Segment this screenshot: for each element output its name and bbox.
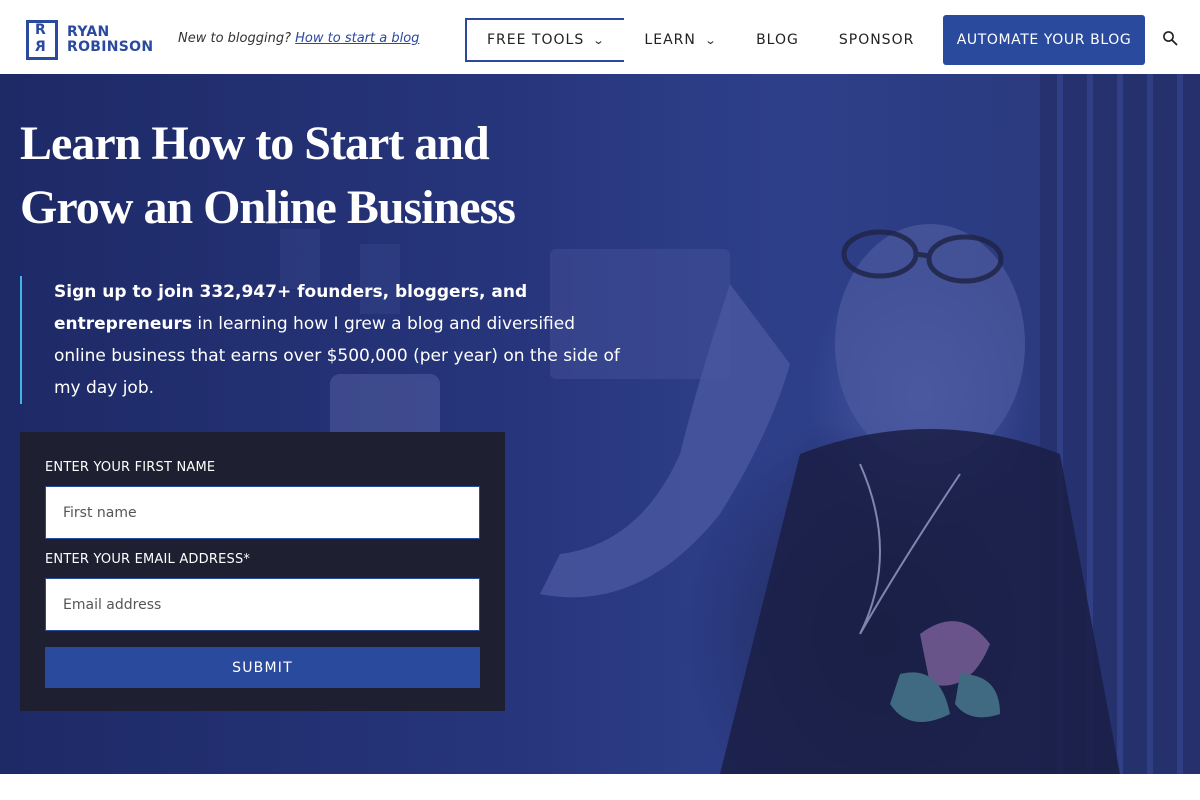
hero-section: Learn How to Start and Grow an Online Bu… xyxy=(0,74,1200,774)
logo-line-2: ROBINSON xyxy=(67,39,154,55)
automate-blog-button[interactable]: AUTOMATE YOUR BLOG xyxy=(943,15,1145,65)
chevron-down-icon: ⌄ xyxy=(592,33,606,47)
hero-title-line-1: Learn How to Start and xyxy=(20,117,490,170)
nav-blog-label: BLOG xyxy=(756,32,799,48)
start-blog-link[interactable]: How to start a blog xyxy=(295,31,419,46)
nav-sponsor-label: SPONSOR xyxy=(838,32,915,48)
nav-blog[interactable]: BLOG xyxy=(736,18,819,62)
search-icon[interactable] xyxy=(1162,30,1178,46)
submit-button[interactable]: SUBMIT xyxy=(45,647,480,688)
hero-title: Learn How to Start and Grow an Online Bu… xyxy=(20,112,580,240)
header-tagline: New to blogging? How to start a blog xyxy=(178,31,419,46)
nav-free-tools-label: FREE TOOLS xyxy=(487,32,585,48)
email-input[interactable] xyxy=(45,578,480,631)
hero-title-line-2: Grow an Online Business xyxy=(20,181,516,234)
email-label: ENTER YOUR EMAIL ADDRESS* xyxy=(45,552,251,567)
nav-free-tools[interactable]: FREE TOOLS ⌄ xyxy=(465,18,625,62)
site-header: RR RYAN ROBINSON New to blogging? How to… xyxy=(0,0,1200,74)
nav-sponsor[interactable]: SPONSOR xyxy=(819,18,934,62)
logo-line-1: RYAN xyxy=(67,24,110,41)
nav-learn-label: LEARN xyxy=(644,32,696,48)
main-nav: FREE TOOLS ⌄ LEARN ⌄ BLOG SPONSOR xyxy=(465,15,934,65)
logo-mark-icon: RR xyxy=(26,20,58,60)
site-logo[interactable]: RR RYAN ROBINSON xyxy=(26,20,153,60)
signup-form: ENTER YOUR FIRST NAME ENTER YOUR EMAIL A… xyxy=(20,432,505,711)
first-name-input[interactable] xyxy=(45,486,480,539)
first-name-label: ENTER YOUR FIRST NAME xyxy=(45,460,216,475)
nav-learn[interactable]: LEARN ⌄ xyxy=(624,18,736,62)
tagline-text: New to blogging? xyxy=(178,31,291,46)
logo-text: RYAN ROBINSON xyxy=(67,25,153,54)
hero-lede: Sign up to join 332,947+ founders, blogg… xyxy=(20,276,620,404)
chevron-down-icon: ⌄ xyxy=(704,33,718,47)
